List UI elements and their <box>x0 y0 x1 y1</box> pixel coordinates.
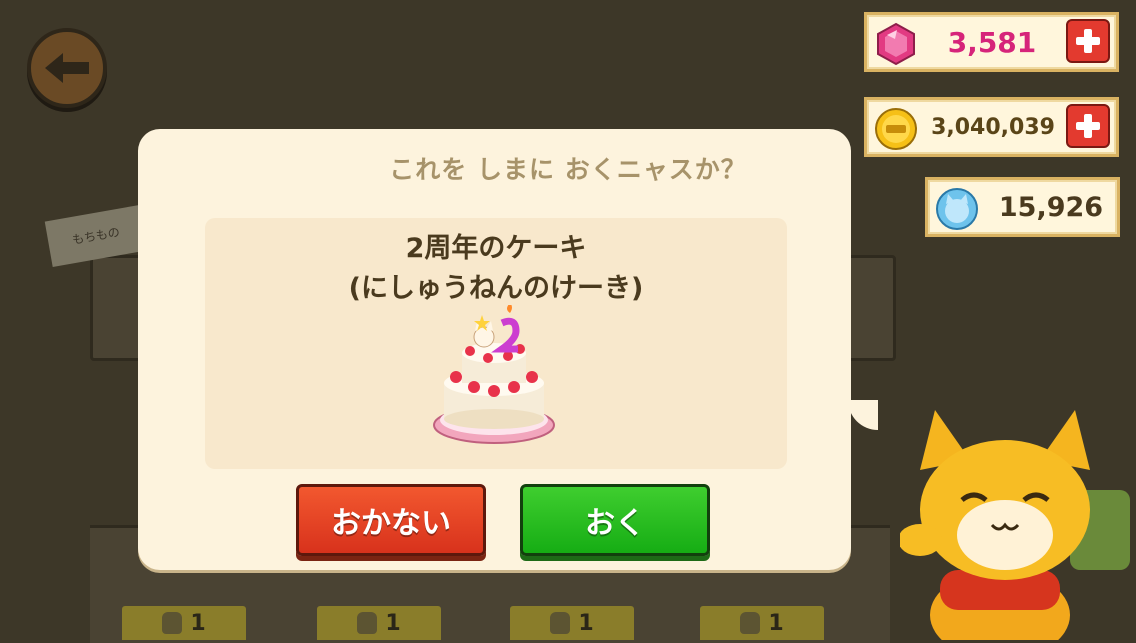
item-reading: (にしゅうねんのけーき) <box>348 273 644 304</box>
item-name: 2周年のケーキ <box>405 233 587 264</box>
gem-counter: 3,581 <box>864 12 1119 72</box>
slot-count: 1 <box>578 610 594 636</box>
back-arrow-icon <box>45 53 89 83</box>
inventory-slot: 1 <box>700 606 824 640</box>
token-counter: 15,926 <box>925 177 1120 237</box>
token-count: 15,926 <box>998 191 1104 223</box>
gem-count: 3,581 <box>947 25 1037 59</box>
gem-icon <box>877 22 915 66</box>
inventory-slot: 1 <box>122 606 246 640</box>
jar-icon <box>740 612 761 634</box>
cancel-button[interactable]: おかない <box>296 484 486 556</box>
back-button[interactable] <box>27 28 107 108</box>
coin-icon <box>875 108 917 150</box>
cake-icon <box>433 305 555 444</box>
coin-count: 3,040,039 <box>931 114 1055 140</box>
add-coins-button[interactable] <box>1066 104 1110 148</box>
coin-counter: 3,040,039 <box>864 97 1119 157</box>
dialog-title: これを しまに おくニャスか？ <box>389 155 747 184</box>
slot-count: 1 <box>768 610 784 636</box>
add-gems-button[interactable] <box>1066 19 1110 63</box>
inventory-slot: 1 <box>510 606 634 640</box>
inventory-slot: 1 <box>317 606 441 640</box>
jar-icon <box>550 612 571 634</box>
jar-icon <box>162 612 183 634</box>
jar-icon <box>357 612 378 634</box>
slot-count: 1 <box>385 610 401 636</box>
cat-mascot-icon <box>900 410 1130 640</box>
cat-token-icon <box>936 188 978 230</box>
confirm-button[interactable]: おく <box>520 484 710 556</box>
slot-count: 1 <box>190 610 206 636</box>
dialog-tail <box>848 400 878 430</box>
